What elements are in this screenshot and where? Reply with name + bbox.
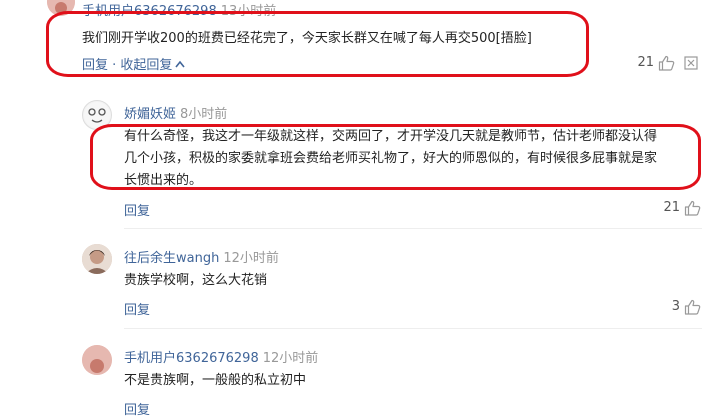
avatar-pink-icon — [47, 0, 75, 16]
comment-text-line: 不是贵族啊，一般般的私立初中 — [124, 373, 307, 388]
comment-author[interactable]: 娇媚妖姬 8小时前 — [124, 103, 227, 122]
avatar-pink-icon — [82, 345, 112, 375]
divider — [124, 228, 702, 229]
author-name[interactable]: 往后余生wangh — [124, 251, 219, 266]
chevron-up-icon — [175, 60, 186, 68]
comment-time: 12小时前 — [262, 351, 319, 366]
comment-text: 不是贵族啊，一般般的私立初中 — [124, 370, 306, 392]
comment-text-line: 长惯出来的。 — [124, 173, 203, 188]
avatar[interactable] — [82, 100, 112, 130]
collapse-replies-button[interactable]: 收起回复 — [120, 58, 186, 73]
like-count: 21 — [663, 200, 680, 215]
reply-button[interactable]: 回复 — [82, 58, 108, 73]
comment-time: 8小时前 — [180, 107, 228, 122]
like-count: 21 — [637, 55, 654, 70]
comment-text: 贵族学校啊，这么大花销 — [124, 270, 267, 292]
comment-time: 13小时前 — [220, 4, 277, 18]
avatar[interactable] — [47, 0, 75, 16]
author-name[interactable]: 娇媚妖姬 — [124, 107, 176, 122]
comment-author[interactable]: 往后余生wangh 12小时前 — [124, 247, 279, 266]
thumbs-up-icon[interactable] — [658, 55, 675, 71]
comment-text: 有什么奇怪，我这才一年级就这样，交两回了，才开学没几天就是教师节，估计老师都没认… — [124, 126, 657, 192]
reply-button[interactable]: 回复 — [124, 299, 150, 318]
comment-text-line: 我们刚开学收200的班费已经花完了，今天家长群又在喊了每人再交500[捂脸] — [82, 31, 532, 46]
avatar-cartoon-icon — [84, 102, 110, 128]
like-count: 3 — [671, 299, 680, 314]
comment-author[interactable]: 手机用户6362676298 13小时前 — [82, 0, 276, 18]
comment-actions: 回复 · 收起回复 — [82, 54, 186, 73]
comment-text: 我们刚开学收200的班费已经花完了，今天家长群又在喊了每人再交500[捂脸] — [82, 28, 532, 50]
comment-time: 12小时前 — [223, 251, 279, 266]
thumbs-up-icon[interactable] — [684, 200, 701, 216]
divider — [124, 328, 702, 329]
comment-text-line: 几个小孩，积极的家委就拿班会费给老师买礼物了，好大的师恩似的，有时候很多屁事就是… — [124, 151, 658, 166]
report-icon[interactable] — [684, 56, 698, 70]
comment-author[interactable]: 手机用户6362676298 12小时前 — [124, 347, 318, 366]
reply-button[interactable]: 回复 — [124, 200, 150, 219]
comment-text-line: 有什么奇怪，我这才一年级就这样，交两回了，才开学没几天就是教师节，估计老师都没认… — [124, 129, 658, 144]
author-name[interactable]: 手机用户6362676298 — [82, 4, 217, 18]
thumbs-up-icon[interactable] — [684, 299, 701, 315]
author-name[interactable]: 手机用户6362676298 — [124, 351, 259, 366]
comment-text-line: 贵族学校啊，这么大花销 — [124, 273, 268, 288]
avatar[interactable] — [82, 345, 112, 375]
avatar-photo-icon — [82, 244, 112, 274]
avatar[interactable] — [82, 244, 112, 274]
reply-button[interactable]: 回复 — [124, 399, 150, 418]
